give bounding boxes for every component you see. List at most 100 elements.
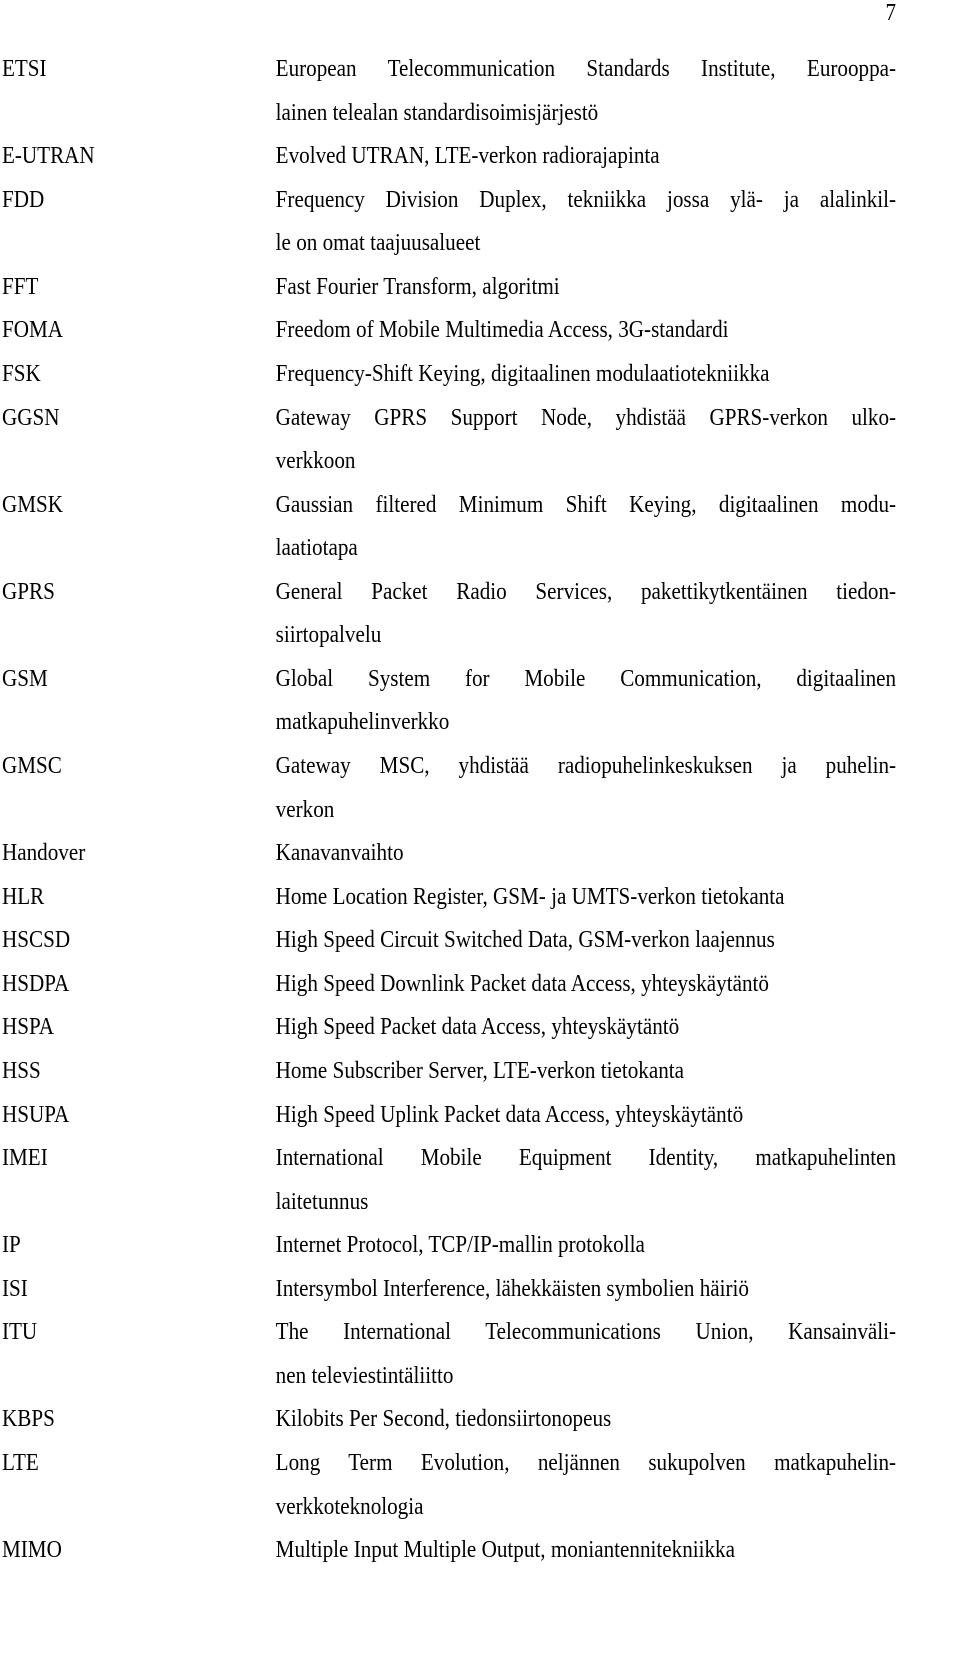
- abbreviation-entry: GPRS General Packet Radio Services, paket…: [2, 571, 900, 658]
- abbreviation-definition: Frequency Division Duplex, tekniikka jos…: [276, 179, 896, 266]
- definition-line: Long Term Evolution, neljännen sukupolve…: [275, 1450, 897, 1476]
- abbreviation-entry: Handover Kanavanvaihto: [2, 832, 900, 876]
- abbreviation-definition: Multiple Input Multiple Output, moniante…: [276, 1529, 896, 1573]
- abbreviation-entry: IMEI International Mobile Equipment Ident…: [2, 1137, 900, 1224]
- abbreviation-term: HSUPA: [2, 1101, 70, 1128]
- definition-line: Home Location Register, GSM- ja UMTS-ver…: [275, 883, 785, 910]
- definition-line: laitetunnus: [275, 1188, 369, 1215]
- abbreviation-term: GSM: [2, 665, 48, 692]
- definition-line: Frequency Division Duplex, tekniikka jos…: [275, 186, 897, 213]
- abbreviation-entry: GMSK Gaussian filtered Minimum Shift Keyi…: [2, 484, 900, 571]
- definition-line: verkon: [275, 796, 335, 823]
- abbreviation-entry: FFT Fast Fourier Transform, algoritmi: [2, 266, 900, 310]
- abbreviation-term: FDD: [2, 186, 45, 213]
- abbreviation-definition: Kilobits Per Second, tiedonsiirtonopeus: [276, 1398, 896, 1442]
- abbreviation-definition: Internet Protocol, TCP/IP-mallin protoko…: [276, 1224, 896, 1268]
- definition-line: lainen telealan standardisoimisjärjestö: [275, 99, 599, 126]
- definition-line: verkkoteknologia: [275, 1493, 424, 1520]
- definition-line: High Speed Circuit Switched Data, GSM-ve…: [275, 927, 775, 954]
- definition-line: The International Telecommunications Uni…: [275, 1319, 897, 1346]
- definition-line: Home Subscriber Server, LTE-verkon tieto…: [275, 1057, 685, 1084]
- abbreviation-definition: European Telecommunication Standards Ins…: [276, 48, 896, 135]
- abbreviation-definition: Home Location Register, GSM- ja UMTS-ver…: [276, 876, 896, 920]
- definition-line: Freedom of Mobile Multimedia Access, 3G-…: [275, 317, 729, 344]
- abbreviation-definition: Frequency-Shift Keying, digitaalinen mod…: [276, 353, 896, 397]
- abbreviation-term: GGSN: [2, 404, 60, 431]
- abbreviation-definition: Gateway MSC, yhdistää radiopuhelinkeskuk…: [276, 745, 896, 832]
- definition-line: laatiotapa: [275, 535, 358, 562]
- abbreviation-definition: Long Term Evolution, neljännen sukupolve…: [276, 1442, 896, 1529]
- abbreviation-term: HSS: [2, 1057, 41, 1084]
- definition-line: Global System for Mobile Communication, …: [275, 665, 897, 692]
- definition-line: nen televiestintäliitto: [275, 1362, 454, 1389]
- abbreviation-entry: ITU The International Telecommunications …: [2, 1311, 900, 1398]
- abbreviation-entry: HSDPA High Speed Downlink Packet data Acc…: [2, 963, 900, 1007]
- abbreviation-term: KBPS: [2, 1406, 55, 1433]
- page-number: 7: [885, 0, 896, 26]
- definition-line: Fast Fourier Transform, algoritmi: [275, 273, 560, 300]
- abbreviation-entry: GGSN Gateway GPRS Support Node, yhdistää …: [2, 397, 900, 484]
- definition-line: International Mobile Equipment Identity,…: [275, 1145, 897, 1172]
- definition-line: High Speed Uplink Packet data Access, yh…: [275, 1101, 744, 1128]
- definition-line: Kilobits Per Second, tiedonsiirtonopeus: [275, 1406, 612, 1433]
- abbreviation-list: ETSI European Telecommunication Standards…: [2, 48, 900, 1573]
- abbreviation-term: HSCSD: [2, 927, 71, 954]
- abbreviation-entry: ISI Intersymbol Interference, lähekkäiste…: [2, 1268, 900, 1312]
- definition-line: Gaussian filtered Minimum Shift Keying, …: [275, 491, 897, 518]
- definition-line: Evolved UTRAN, LTE-verkon radiorajapinta: [275, 143, 660, 170]
- abbreviation-entry: FSK Frequency-Shift Keying, digitaalinen …: [2, 353, 900, 397]
- abbreviation-term: FFT: [2, 273, 39, 300]
- abbreviation-entry: LTE Long Term Evolution, neljännen sukupo…: [2, 1442, 900, 1529]
- abbreviation-definition: Fast Fourier Transform, algoritmi: [276, 266, 896, 310]
- definition-line: matkapuhelinverkko: [275, 709, 450, 736]
- abbreviation-term: Handover: [2, 840, 86, 867]
- definition-line: General Packet Radio Services, pakettiky…: [275, 578, 897, 605]
- abbreviation-definition: High Speed Packet data Access, yhteyskäy…: [276, 1006, 896, 1050]
- abbreviation-term: LTE: [2, 1450, 39, 1476]
- abbreviation-entry: HSPA High Speed Packet data Access, yhtey…: [2, 1006, 900, 1050]
- definition-line: Multiple Input Multiple Output, moniante…: [275, 1537, 735, 1564]
- definition-line: Internet Protocol, TCP/IP-mallin protoko…: [275, 1232, 645, 1259]
- definition-line: European Telecommunication Standards Ins…: [275, 56, 897, 82]
- abbreviation-definition: Kanavanvaihto: [276, 832, 896, 876]
- abbreviation-definition: High Speed Downlink Packet data Access, …: [276, 963, 896, 1007]
- definition-line: le on omat taajuusalueet: [275, 230, 481, 257]
- abbreviation-term: ITU: [2, 1319, 38, 1346]
- abbreviation-term: ETSI: [2, 56, 47, 82]
- abbreviation-term: IP: [2, 1232, 21, 1259]
- definition-line: High Speed Downlink Packet data Access, …: [275, 970, 769, 997]
- abbreviation-term: GMSC: [2, 753, 62, 779]
- definition-line: verkkoon: [275, 448, 356, 475]
- abbreviation-entry: FOMA Freedom of Mobile Multimedia Access,…: [2, 309, 900, 353]
- abbreviation-definition: The International Telecommunications Uni…: [276, 1311, 896, 1398]
- abbreviation-term: HLR: [2, 883, 45, 910]
- abbreviation-definition: International Mobile Equipment Identity,…: [276, 1137, 896, 1224]
- abbreviation-entry: HLR Home Location Register, GSM- ja UMTS-…: [2, 876, 900, 920]
- definition-line: Gateway MSC, yhdistää radiopuhelinkeskuk…: [275, 753, 897, 779]
- abbreviation-term: FSK: [2, 360, 41, 387]
- abbreviation-definition: Evolved UTRAN, LTE-verkon radiorajapinta: [276, 135, 896, 179]
- abbreviation-term: IMEI: [2, 1145, 48, 1172]
- abbreviation-term: HSDPA: [2, 970, 70, 997]
- abbreviation-entry: HSS Home Subscriber Server, LTE-verkon ti…: [2, 1050, 900, 1094]
- abbreviation-definition: General Packet Radio Services, pakettiky…: [276, 571, 896, 658]
- abbreviation-entry: GSM Global System for Mobile Communicatio…: [2, 658, 900, 745]
- abbreviation-definition: High Speed Uplink Packet data Access, yh…: [276, 1094, 896, 1138]
- abbreviation-entry: FDD Frequency Division Duplex, tekniikka …: [2, 179, 900, 266]
- abbreviation-term: HSPA: [2, 1014, 55, 1041]
- definition-line: Frequency-Shift Keying, digitaalinen mod…: [275, 360, 770, 387]
- abbreviation-definition: Freedom of Mobile Multimedia Access, 3G-…: [276, 309, 896, 353]
- abbreviation-definition: Home Subscriber Server, LTE-verkon tieto…: [276, 1050, 896, 1094]
- abbreviation-entry: KBPS Kilobits Per Second, tiedonsiirtonop…: [2, 1398, 900, 1442]
- abbreviation-term: MIMO: [2, 1537, 62, 1564]
- abbreviation-term: GPRS: [2, 578, 55, 605]
- definition-line: Kanavanvaihto: [275, 840, 404, 867]
- abbreviation-term: GMSK: [2, 491, 64, 518]
- definition-line: Gateway GPRS Support Node, yhdistää GPRS…: [275, 404, 897, 431]
- abbreviation-term: E-UTRAN: [2, 143, 95, 170]
- abbreviation-entry: MIMO Multiple Input Multiple Output, moni…: [2, 1529, 900, 1573]
- abbreviation-entry: IP Internet Protocol, TCP/IP-mallin proto…: [2, 1224, 900, 1268]
- abbreviation-definition: Intersymbol Interference, lähekkäisten s…: [276, 1268, 896, 1312]
- abbreviation-definition: High Speed Circuit Switched Data, GSM-ve…: [276, 919, 896, 963]
- abbreviation-entry: HSUPA High Speed Uplink Packet data Acces…: [2, 1094, 900, 1138]
